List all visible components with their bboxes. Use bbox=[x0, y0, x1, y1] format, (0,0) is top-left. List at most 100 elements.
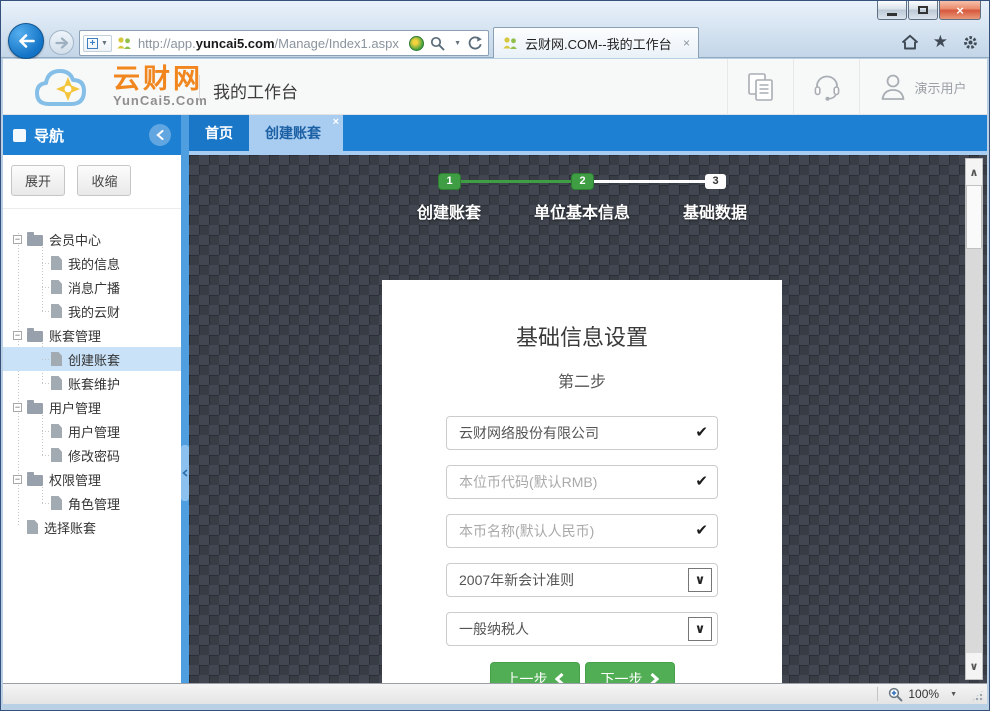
tree-label: 账套管理 bbox=[49, 326, 101, 345]
tree-label: 消息广播 bbox=[68, 278, 120, 297]
header-divider bbox=[199, 75, 200, 101]
expand-all-button[interactable]: 展开 bbox=[11, 165, 65, 196]
sidebar-item-user-management-group[interactable]: − 用户管理 bbox=[3, 395, 181, 419]
tab-close-icon[interactable]: × bbox=[683, 36, 690, 50]
sidebar-item-my-info[interactable]: 我的信息 bbox=[3, 251, 181, 275]
step-connector-todo bbox=[582, 180, 715, 183]
gear-icon[interactable] bbox=[962, 34, 979, 51]
tree-label: 选择账套 bbox=[44, 518, 96, 537]
zoom-control[interactable]: 100% ▼ bbox=[888, 687, 957, 702]
url-text[interactable]: http://app.yuncai5.com/Manage/Index1.asp… bbox=[138, 36, 409, 51]
selected-value: 一般纳税人 bbox=[459, 619, 529, 639]
sidebar-item-user-management[interactable]: 用户管理 bbox=[3, 419, 181, 443]
compatibility-view-button[interactable]: + ▼ bbox=[83, 35, 112, 52]
sidebar-item-account-set-maintenance[interactable]: 账套维护 bbox=[3, 371, 181, 395]
company-name-input[interactable] bbox=[446, 416, 718, 450]
user-menu[interactable]: 演示用户 bbox=[859, 59, 987, 115]
user-icon bbox=[880, 73, 906, 101]
sidebar-title: 导航 bbox=[34, 125, 64, 146]
scrollbar-thumb[interactable] bbox=[966, 185, 982, 249]
scroll-down-button[interactable]: ∨ bbox=[966, 653, 982, 679]
caret-down-icon: ▼ bbox=[101, 40, 108, 47]
collapse-node-icon[interactable]: − bbox=[13, 475, 22, 484]
accounting-standard-select[interactable]: 2007年新会计准则 ∨ bbox=[446, 563, 718, 597]
sidebar-item-role-management[interactable]: 角色管理 bbox=[3, 491, 181, 515]
currency-code-input[interactable] bbox=[446, 465, 718, 499]
sidebar-item-create-account-set[interactable]: 创建账套 bbox=[3, 347, 181, 371]
url-prefix: http://app. bbox=[138, 36, 196, 51]
close-window-button[interactable]: × bbox=[939, 1, 981, 20]
back-arrow-icon bbox=[18, 34, 35, 48]
maximize-button[interactable] bbox=[908, 1, 938, 20]
check-icon: ✔ bbox=[695, 521, 708, 539]
sidebar-item-select-account-set[interactable]: 选择账套 bbox=[3, 515, 181, 539]
next-step-button[interactable]: 下一步 bbox=[585, 662, 675, 683]
sidebar-collapse-button[interactable] bbox=[149, 124, 171, 146]
browser-tab[interactable]: 云财网.COM--我的工作台 × bbox=[493, 27, 699, 58]
taxpayer-type-select[interactable]: 一般纳税人 ∨ bbox=[446, 612, 718, 646]
zoom-magnifier-icon bbox=[888, 687, 903, 702]
company-name-field: ✔ bbox=[446, 416, 718, 450]
address-bar[interactable]: + ▼ http://app.yuncai5.com/Manage/Index1… bbox=[79, 30, 489, 56]
back-button[interactable] bbox=[8, 23, 44, 59]
sidebar-splitter[interactable] bbox=[181, 115, 189, 683]
zoom-caret-icon[interactable]: ▼ bbox=[950, 691, 957, 698]
sidebar-item-account-set-management[interactable]: − 账套管理 bbox=[3, 323, 181, 347]
tree-toolbar: 展开 收缩 bbox=[3, 155, 181, 209]
tab-create-account-set[interactable]: 创建账套 × bbox=[249, 115, 343, 151]
search-icon[interactable] bbox=[430, 36, 445, 51]
check-icon: ✔ bbox=[695, 423, 708, 441]
sidebar-item-member-center[interactable]: − 会员中心 bbox=[3, 227, 181, 251]
currency-name-field: ✔ bbox=[446, 514, 718, 548]
page-icon bbox=[51, 424, 62, 438]
headset-icon bbox=[812, 73, 842, 101]
search-caret-icon[interactable]: ▼ bbox=[454, 40, 461, 47]
documents-button[interactable] bbox=[727, 59, 793, 115]
wizard-canvas: 1 2 3 创建账套 单位基本信息 基础数据 基础信息设置 第二步 ✔ bbox=[189, 155, 987, 683]
step-3-badge: 3 bbox=[705, 174, 726, 189]
documents-icon bbox=[747, 72, 775, 102]
chevron-left-icon bbox=[182, 469, 188, 477]
content-tabstrip: 首页 创建账套 × bbox=[189, 115, 987, 151]
home-icon[interactable] bbox=[901, 34, 919, 50]
collapse-node-icon[interactable]: − bbox=[13, 235, 22, 244]
step-3-label: 基础数据 bbox=[630, 199, 800, 223]
support-button[interactable] bbox=[793, 59, 859, 115]
user-name-label: 演示用户 bbox=[914, 78, 966, 97]
site-badge-icon[interactable] bbox=[409, 36, 424, 51]
tab-home[interactable]: 首页 bbox=[189, 115, 249, 151]
sidebar-item-change-password[interactable]: 修改密码 bbox=[3, 443, 181, 467]
step-connector-done bbox=[449, 180, 582, 183]
content-scrollbar[interactable]: ∧ ∨ bbox=[965, 158, 983, 680]
currency-name-input[interactable] bbox=[446, 514, 718, 548]
refresh-icon[interactable] bbox=[467, 36, 482, 51]
scroll-down-icon: ∨ bbox=[970, 660, 979, 673]
sidebar-item-my-yuncai[interactable]: 我的云财 bbox=[3, 299, 181, 323]
resize-grip[interactable] bbox=[971, 689, 984, 702]
favorites-star-icon[interactable]: ★ bbox=[933, 32, 948, 52]
nav-panel-icon bbox=[13, 129, 26, 142]
tab-close-icon[interactable]: × bbox=[333, 116, 339, 128]
currency-code-field: ✔ bbox=[446, 465, 718, 499]
prev-step-label: 上一步 bbox=[506, 669, 548, 684]
collapse-node-icon[interactable]: − bbox=[13, 403, 22, 412]
collapse-all-button[interactable]: 收缩 bbox=[77, 165, 131, 196]
app-header: 云财网 YunCai5.Com 我的工作台 bbox=[3, 59, 987, 115]
splitter-handle[interactable] bbox=[181, 445, 189, 501]
prev-step-button[interactable]: 上一步 bbox=[490, 662, 580, 683]
sidebar-item-permission-management[interactable]: − 权限管理 bbox=[3, 467, 181, 491]
url-path: /Manage/Index1.aspx bbox=[275, 36, 399, 51]
scroll-up-button[interactable]: ∧ bbox=[966, 159, 982, 185]
url-domain: yuncai5.com bbox=[196, 36, 275, 51]
web-page: 云财网 YunCai5.Com 我的工作台 bbox=[3, 59, 987, 683]
sidebar-item-message-broadcast[interactable]: 消息广播 bbox=[3, 275, 181, 299]
chevron-down-icon[interactable]: ∨ bbox=[688, 568, 712, 592]
tree-label: 用户管理 bbox=[68, 422, 120, 441]
app-logo[interactable]: 云财网 YunCai5.Com bbox=[31, 62, 208, 112]
folder-icon bbox=[27, 331, 43, 342]
forward-button[interactable] bbox=[49, 30, 74, 55]
collapse-node-icon[interactable]: − bbox=[13, 331, 22, 340]
chevron-down-icon[interactable]: ∨ bbox=[688, 617, 712, 641]
minimize-button[interactable] bbox=[877, 1, 907, 20]
chevron-right-icon bbox=[650, 673, 659, 684]
